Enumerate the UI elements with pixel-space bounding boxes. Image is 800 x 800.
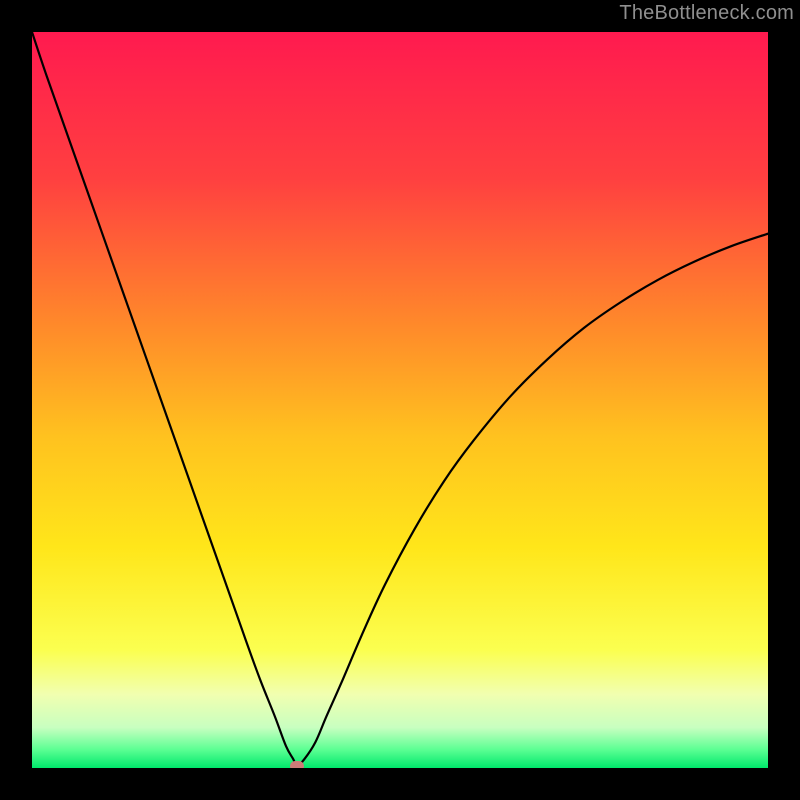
optimum-marker	[290, 761, 304, 768]
bottleneck-curve	[32, 32, 768, 768]
plot-area	[32, 32, 768, 768]
chart-container: TheBottleneck.com	[0, 0, 800, 800]
watermark-text: TheBottleneck.com	[619, 2, 794, 25]
